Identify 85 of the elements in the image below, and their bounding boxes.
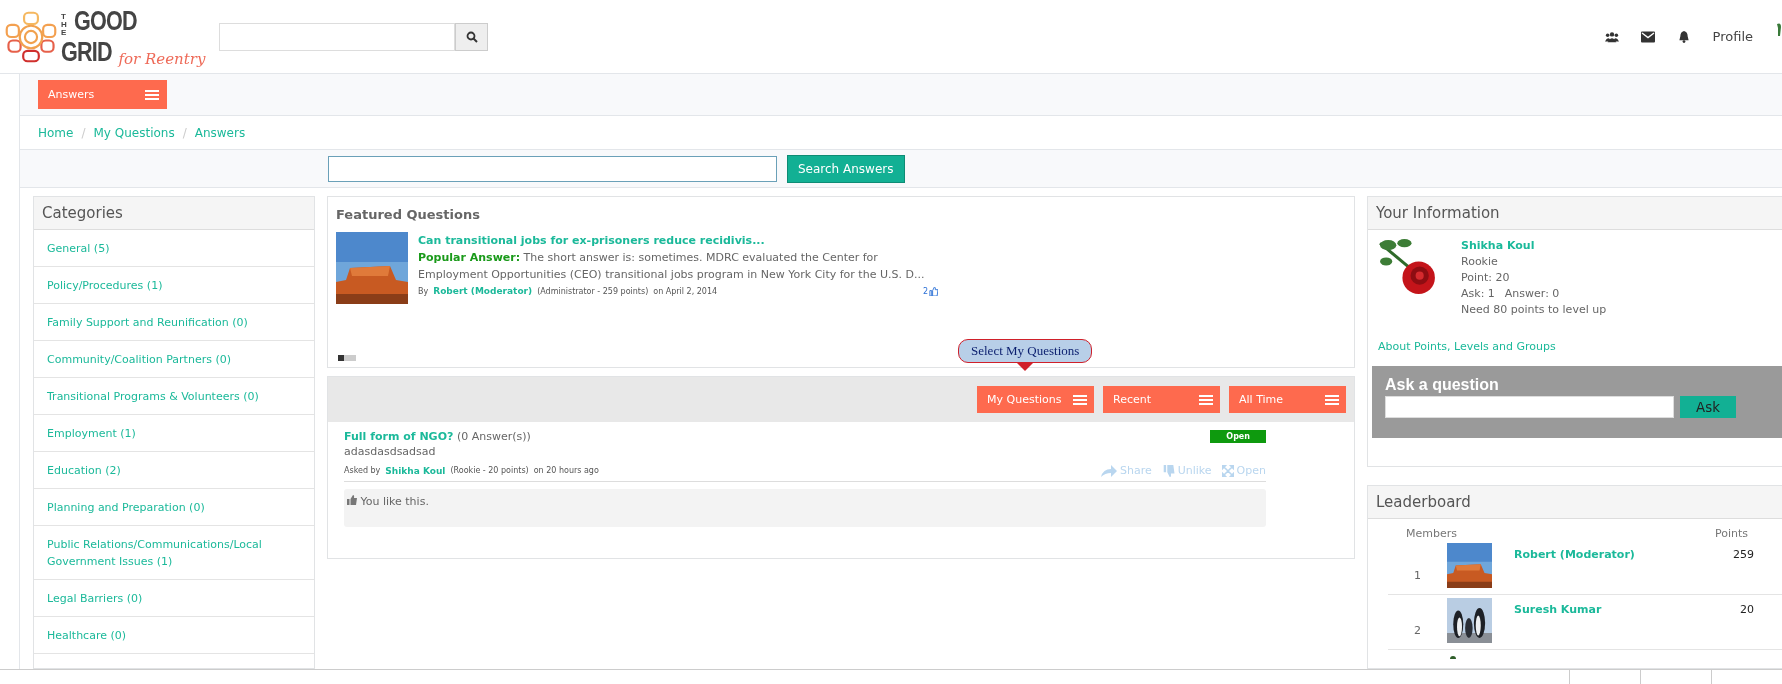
level-up-note: Need 80 points to level up — [1461, 302, 1607, 318]
ask-question-title: Ask a question — [1385, 376, 1500, 394]
panel-title: Categories — [34, 197, 314, 230]
filter-dropdown[interactable]: All Time — [1229, 386, 1346, 413]
mail-icon[interactable] — [1640, 30, 1655, 43]
like-note: You like this. — [347, 495, 429, 508]
ask-button[interactable]: Ask — [1680, 396, 1736, 418]
category-link[interactable]: Planning and Preparation (0) — [34, 489, 314, 526]
logo-text: GRID — [61, 36, 112, 68]
search-field[interactable] — [219, 22, 456, 51]
unlike-link[interactable]: Unlike — [1161, 464, 1212, 477]
category-link[interactable]: Legal Barriers (0) — [34, 580, 314, 617]
category-link[interactable]: Public Relations/Communications/Local Government Issues (1) — [34, 526, 314, 580]
post-date: on April 2, 2014 — [653, 286, 718, 298]
question-link[interactable]: Full form of NGO? — [344, 430, 454, 443]
search-icon — [465, 30, 478, 43]
member-points: 20 — [1739, 603, 1754, 616]
share-arrow-icon — [1100, 464, 1117, 477]
breadcrumb-separator: / — [182, 125, 187, 140]
people-icon[interactable] — [1604, 30, 1619, 43]
category-link[interactable]: Community/Coalition Partners (0) — [34, 341, 314, 378]
breadcrumb-separator: / — [81, 125, 86, 140]
category-link[interactable]: Family Support and Reunification (0) — [34, 304, 314, 341]
rank-number: 2 — [1414, 623, 1422, 637]
ask-count: Ask: 1 — [1461, 286, 1495, 302]
menu-icon — [1199, 394, 1213, 405]
breadcrumb-link[interactable]: Home — [38, 125, 74, 140]
menu-icon — [145, 89, 159, 100]
user-rank: Rookie — [1461, 254, 1499, 270]
member-points: 259 — [1732, 548, 1754, 561]
member-link[interactable]: Robert (Moderator) — [1514, 548, 1714, 561]
member-link[interactable]: Suresh Kumar — [1514, 603, 1714, 616]
filter-dropdown[interactable]: Recent — [1103, 386, 1220, 413]
plant-icon — [1775, 21, 1782, 36]
share-link[interactable]: Share — [1100, 464, 1152, 477]
question-field[interactable] — [1385, 396, 1674, 418]
search-button[interactable] — [455, 22, 489, 51]
byline-label: By — [418, 286, 429, 298]
category-link[interactable]: General (5) — [34, 230, 314, 267]
answers-menu-button[interactable]: Answers — [38, 80, 167, 109]
thumbs-down-icon — [1161, 464, 1175, 477]
user-points: Point: 20 — [1461, 270, 1511, 286]
category-link[interactable]: Policy/Procedures (1) — [34, 267, 314, 304]
search-answers-button[interactable]: Search Answers — [787, 154, 905, 183]
category-link[interactable]: Employment (1) — [34, 415, 314, 452]
logo-text: THE — [61, 12, 68, 37]
answer-count: (0 Answer(s)) — [456, 430, 531, 443]
flower-logo-icon — [5, 9, 57, 64]
author-meta: (Administrator - 259 points) — [537, 286, 649, 298]
category-link[interactable]: Healthcare (0) — [34, 617, 314, 654]
breadcrumb-link[interactable]: My Questions — [93, 125, 175, 140]
filter-dropdown[interactable]: My Questions — [977, 386, 1094, 413]
user-name-link[interactable]: Shikha Koul — [1461, 238, 1607, 254]
open-link[interactable]: Open — [1221, 464, 1266, 477]
thumbs-up-icon — [347, 495, 357, 505]
category-link[interactable]: Education (2) — [34, 452, 314, 489]
menu-icon — [1073, 394, 1087, 405]
author-link[interactable]: Shikha Koul — [385, 465, 446, 476]
column-header: Members — [1406, 527, 1457, 540]
column-header: Points — [1714, 527, 1748, 540]
panel-title: Your Information — [1368, 197, 1782, 230]
byline-label: Asked by — [344, 466, 381, 475]
answer-excerpt: Popular Answer: The short answer is: sometimes. MDRC evaluated the Center for Employment Opportunities (CEO) transitional jobs program in New York City for the U.S. D... — [418, 250, 926, 283]
logo-tagline: for Reentry — [118, 49, 206, 68]
like-count[interactable]: 2 — [922, 283, 938, 300]
panel-title: Leaderboard — [1368, 486, 1782, 519]
expand-icon — [1221, 464, 1234, 477]
category-link[interactable]: Transitional Programs & Volunteers (0) — [34, 378, 314, 415]
author-link[interactable]: Robert (Moderator) — [433, 283, 533, 300]
rank-number: 1 — [1414, 568, 1422, 582]
question-link[interactable]: Can transitional jobs for ex-prisoners reduce recidivis... — [418, 234, 765, 247]
about-points-link[interactable]: About Points, Levels and Groups — [1378, 340, 1782, 353]
callout-tooltip: Select My Questions — [958, 339, 1093, 371]
question-text: adasdasdsadsad — [344, 445, 437, 458]
menu-icon — [1325, 394, 1339, 405]
breadcrumb-link[interactable]: Answers — [194, 125, 246, 140]
status-badge: Open — [1210, 430, 1266, 443]
answer-count: Answer: 0 — [1504, 286, 1560, 302]
post-time: on 20 hours ago — [533, 466, 599, 475]
author-meta: (Rookie - 20 points) — [450, 466, 529, 475]
logo-text: GOOD — [74, 5, 137, 37]
answer-search-field[interactable] — [328, 155, 777, 182]
thumbs-up-icon — [929, 287, 938, 296]
section-title: Featured Questions — [336, 207, 481, 222]
profile-link[interactable]: Profile — [1712, 29, 1753, 44]
